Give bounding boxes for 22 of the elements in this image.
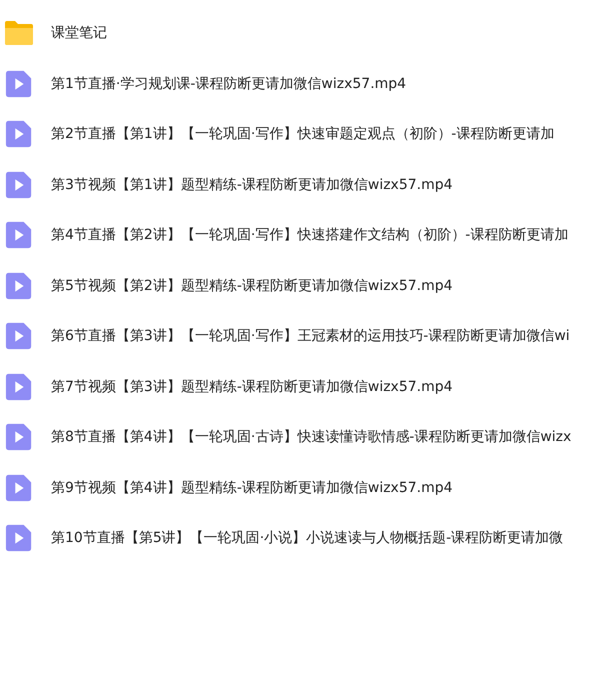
- file-name[interactable]: 课堂笔记: [51, 24, 107, 42]
- file-name[interactable]: 第7节视频【第3讲】题型精练-课程防断更请加微信wizx57.mp4: [51, 378, 453, 396]
- file-name[interactable]: 第8节直播【第4讲】【一轮巩固·古诗】快速读懂诗歌情感-课程防断更请加微信wizx: [51, 428, 572, 446]
- video-file-icon: [4, 170, 34, 199]
- file-name[interactable]: 第4节直播【第2讲】【一轮巩固·写作】快速搭建作文结构（初阶）-课程防断更请加: [51, 226, 568, 244]
- video-file-icon: [4, 322, 34, 350]
- file-name[interactable]: 第6节直播【第3讲】【一轮巩固·写作】王冠素材的运用技巧-课程防断更请加微信wi: [51, 327, 570, 346]
- file-name[interactable]: 第2节直播【第1讲】【一轮巩固·写作】快速审题定观点（初阶）-课程防断更请加: [51, 125, 554, 144]
- file-name[interactable]: 第10节直播【第5讲】【一轮巩固·小说】小说速读与人物概括题-课程防断更请加微: [51, 529, 564, 548]
- video-file-icon: [4, 221, 34, 250]
- video-file-icon: [4, 372, 34, 401]
- video-file-icon: [4, 120, 34, 148]
- video-file-icon: [4, 524, 34, 552]
- file-name[interactable]: 第5节视频【第2讲】题型精练-课程防断更请加微信wizx57.mp4: [51, 276, 453, 295]
- file-name[interactable]: 第1节直播·学习规划课-课程防断更请加微信wizx57.mp4: [51, 74, 406, 93]
- video-file-icon: [4, 474, 34, 502]
- video-file-icon: [4, 423, 34, 452]
- video-file-icon: [4, 272, 34, 300]
- folder-icon: [4, 20, 34, 46]
- video-file-icon: [4, 70, 34, 98]
- file-name[interactable]: 第3节视频【第1讲】题型精练-课程防断更请加微信wizx57.mp4: [51, 176, 453, 194]
- file-name[interactable]: 第9节视频【第4讲】题型精练-课程防断更请加微信wizx57.mp4: [51, 478, 453, 497]
